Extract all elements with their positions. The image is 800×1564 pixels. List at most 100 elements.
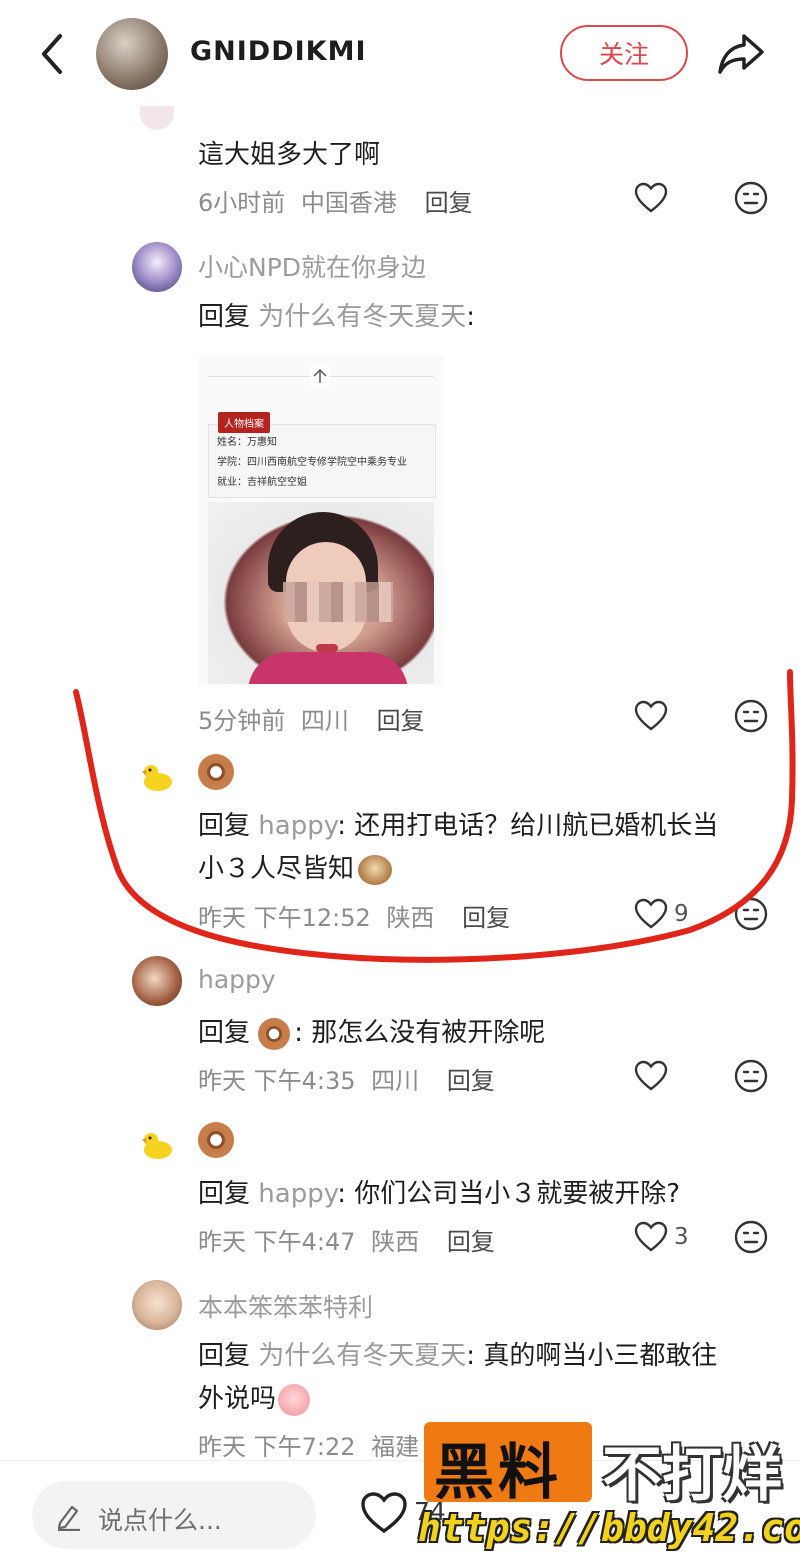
- comment-meta: 6小时前 中国香港 回复: [198, 183, 473, 218]
- comment-input[interactable]: 说点什么...: [32, 1481, 316, 1549]
- commenter-avatar[interactable]: [140, 106, 174, 130]
- like-count: 9: [674, 901, 689, 927]
- reply-button[interactable]: 回复: [462, 904, 510, 932]
- comment-input-placeholder: 说点什么...: [98, 1506, 222, 1535]
- comment-text: 回复 happy: 还用打电话？给川航已婚机长当: [198, 805, 718, 842]
- comment-location: 四川: [300, 707, 349, 735]
- comment-time: 昨天 下午4:35: [198, 1067, 356, 1095]
- comment-time: 6小时前: [198, 189, 286, 217]
- comment-text-line2: 外说吗: [198, 1378, 311, 1416]
- comment-image[interactable]: 姓名：万惠知 学院：四川西南航空专修学院空中乘务专业 就业：吉祥航空空姐 人物档…: [198, 356, 444, 686]
- donut-avatar-nickname-icon[interactable]: [198, 1122, 234, 1158]
- red-highlight-circle: [73, 669, 796, 963]
- dislike-face-icon[interactable]: [734, 897, 768, 931]
- heart-icon[interactable]: [634, 182, 668, 214]
- heart-icon[interactable]: [634, 1221, 668, 1253]
- comment-meta: 昨天 下午7:22 福建: [198, 1427, 419, 1462]
- author-username[interactable]: GNIDDIKMI: [190, 36, 367, 67]
- profile-card: 姓名：万惠知 学院：四川西南航空专修学院空中乘务专业 就业：吉祥航空空姐: [208, 424, 436, 498]
- reply-prefix: 回复: [198, 302, 251, 332]
- commenter-avatar[interactable]: [132, 956, 182, 1006]
- reply-button[interactable]: 回复: [447, 1228, 495, 1256]
- profile-line: 就业：吉祥航空空姐: [217, 477, 307, 488]
- commenter-avatar[interactable]: [132, 1120, 182, 1170]
- reply-button[interactable]: 回复: [425, 189, 473, 217]
- reply-mention[interactable]: 为什么有冬天夏天: [258, 1341, 466, 1371]
- comment-time: 昨天 下午12:52: [198, 904, 371, 932]
- profile-line: 学院：四川西南航空专修学院空中乘务专业: [217, 457, 407, 468]
- comment-text: 回复 happy: 你们公司当小３就要被开除?: [198, 1173, 680, 1210]
- commenter-nickname[interactable]: 本本笨笨苯特利: [198, 1288, 373, 1324]
- donut-avatar-nickname-icon[interactable]: [198, 754, 234, 790]
- profile-tag: 人物档案: [218, 412, 270, 433]
- comment-time: 昨天 下午7:22: [198, 1433, 356, 1461]
- dislike-face-icon[interactable]: [734, 699, 768, 733]
- comment-location: 四川: [371, 1067, 420, 1095]
- dislike-face-icon[interactable]: [734, 1220, 768, 1254]
- comment-body: 外说吗: [198, 1384, 277, 1414]
- comment-text: 回复 为什么有冬天夏天:: [198, 296, 475, 333]
- reply-mention[interactable]: happy: [258, 1179, 337, 1209]
- profile-line: 姓名：万惠知: [217, 437, 277, 448]
- watermark-url: https://bbdy42.com: [418, 1506, 800, 1550]
- commenter-avatar[interactable]: [132, 1280, 182, 1330]
- duck-icon: [142, 765, 172, 791]
- comment-body: 小３人尽皆知: [198, 854, 355, 884]
- portrait-photo: [208, 502, 434, 684]
- comment-location: 陕西: [386, 904, 435, 932]
- comment-location: 福建: [371, 1433, 420, 1461]
- comment-location: 中国香港: [300, 189, 397, 217]
- watermark-box: 黑料: [424, 1422, 592, 1508]
- heart-icon[interactable]: [634, 898, 668, 930]
- back-arrow-icon[interactable]: [34, 30, 74, 78]
- follow-button[interactable]: 关注: [560, 25, 688, 81]
- comment-body: : 真的啊当小三都敢往: [466, 1341, 718, 1371]
- reply-button[interactable]: 回复: [377, 707, 425, 735]
- comment-meta: 昨天 下午4:35 四川 回复: [198, 1061, 495, 1096]
- comment-text: 回复 : 那怎么没有被开除呢: [198, 1012, 545, 1050]
- donut-mention-icon[interactable]: [258, 1017, 294, 1050]
- watermark-overlay: 黑料 不打烊 https://bbdy42.com: [418, 1422, 800, 1563]
- dislike-face-icon[interactable]: [734, 181, 768, 215]
- reply-prefix: 回复: [198, 811, 251, 841]
- comment-meta: 昨天 下午4:47 陕西 回复: [198, 1222, 495, 1257]
- reply-button[interactable]: 回复: [447, 1067, 495, 1095]
- comment-body: :: [466, 302, 476, 332]
- like-count: 3: [674, 1224, 689, 1250]
- comment-body: : 你们公司当小３就要被开除?: [337, 1179, 681, 1209]
- comment-text-line2: 小３人尽皆知: [198, 848, 393, 885]
- author-avatar[interactable]: [96, 18, 168, 90]
- mosaic-blur: [283, 582, 393, 622]
- comment-meta: 5分钟前 四川 回复: [198, 701, 425, 736]
- comment-time: 5分钟前: [198, 707, 286, 735]
- heart-icon[interactable]: [634, 1060, 668, 1092]
- comment-body: : 还用打电话？给川航已婚机长当: [337, 811, 719, 841]
- commenter-avatar[interactable]: [132, 752, 182, 802]
- crying-emoji-icon: [278, 1383, 311, 1416]
- commenter-nickname[interactable]: happy: [198, 965, 276, 994]
- comment-meta: 昨天 下午12:52 陕西 回复: [198, 898, 510, 933]
- comment-time: 昨天 下午4:47: [198, 1228, 356, 1256]
- duck-icon: [142, 1133, 172, 1159]
- top-nav-bar: GNIDDIKMI 关注: [0, 0, 800, 104]
- dislike-face-icon[interactable]: [734, 1059, 768, 1093]
- reply-prefix: 回复: [198, 1018, 251, 1048]
- watermark-right-text: 不打烊: [602, 1440, 782, 1510]
- commenter-nickname[interactable]: 小心NPD就在你身边: [198, 248, 426, 284]
- comment-location: 陕西: [371, 1228, 420, 1256]
- comment-text: 這大姐多大了啊: [198, 140, 381, 170]
- commenter-avatar[interactable]: [132, 242, 182, 292]
- reply-prefix: 回复: [198, 1179, 251, 1209]
- reply-mention[interactable]: 为什么有冬天夏天: [258, 302, 466, 332]
- heart-icon[interactable]: [360, 1491, 408, 1535]
- pencil-icon: [57, 1505, 80, 1531]
- watermark-box-text: 黑料: [434, 1438, 562, 1508]
- heart-icon[interactable]: [634, 700, 668, 732]
- comment-text: 回复 为什么有冬天夏天: 真的啊当小三都敢往: [198, 1335, 717, 1372]
- share-icon[interactable]: [716, 30, 766, 76]
- reply-prefix: 回复: [198, 1341, 251, 1371]
- dog-emoji-icon: [358, 854, 393, 885]
- comment-body: : 那怎么没有被开除呢: [294, 1018, 546, 1048]
- reply-mention[interactable]: happy: [258, 811, 337, 841]
- up-arrow-icon: [310, 366, 330, 386]
